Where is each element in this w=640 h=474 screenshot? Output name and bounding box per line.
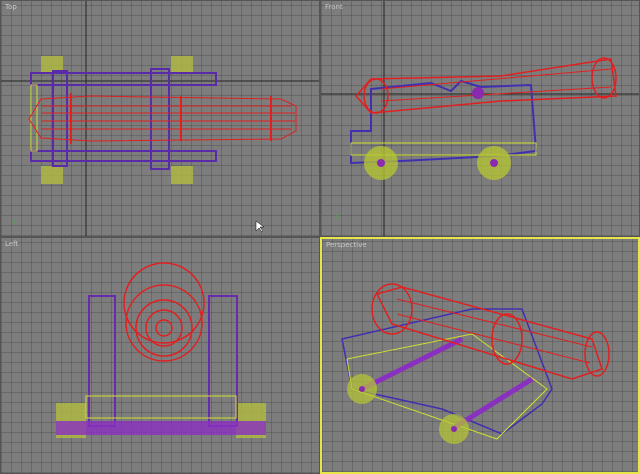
cannon-perspective-wireframe (341, 283, 610, 444)
cannon-top-wireframe: z (1, 1, 319, 236)
cannon-front-wireframe: z (321, 1, 639, 236)
viewport-front[interactable]: Front z (320, 0, 640, 237)
viewport-perspective[interactable]: Perspective (320, 237, 640, 474)
cannon-left-wireframe (56, 262, 266, 438)
svg-text:z: z (335, 213, 339, 221)
viewport-left[interactable]: Left (0, 237, 320, 474)
viewport-top[interactable]: Top z (0, 0, 320, 237)
svg-text:z: z (13, 217, 17, 225)
mouse-cursor-icon (255, 220, 265, 233)
